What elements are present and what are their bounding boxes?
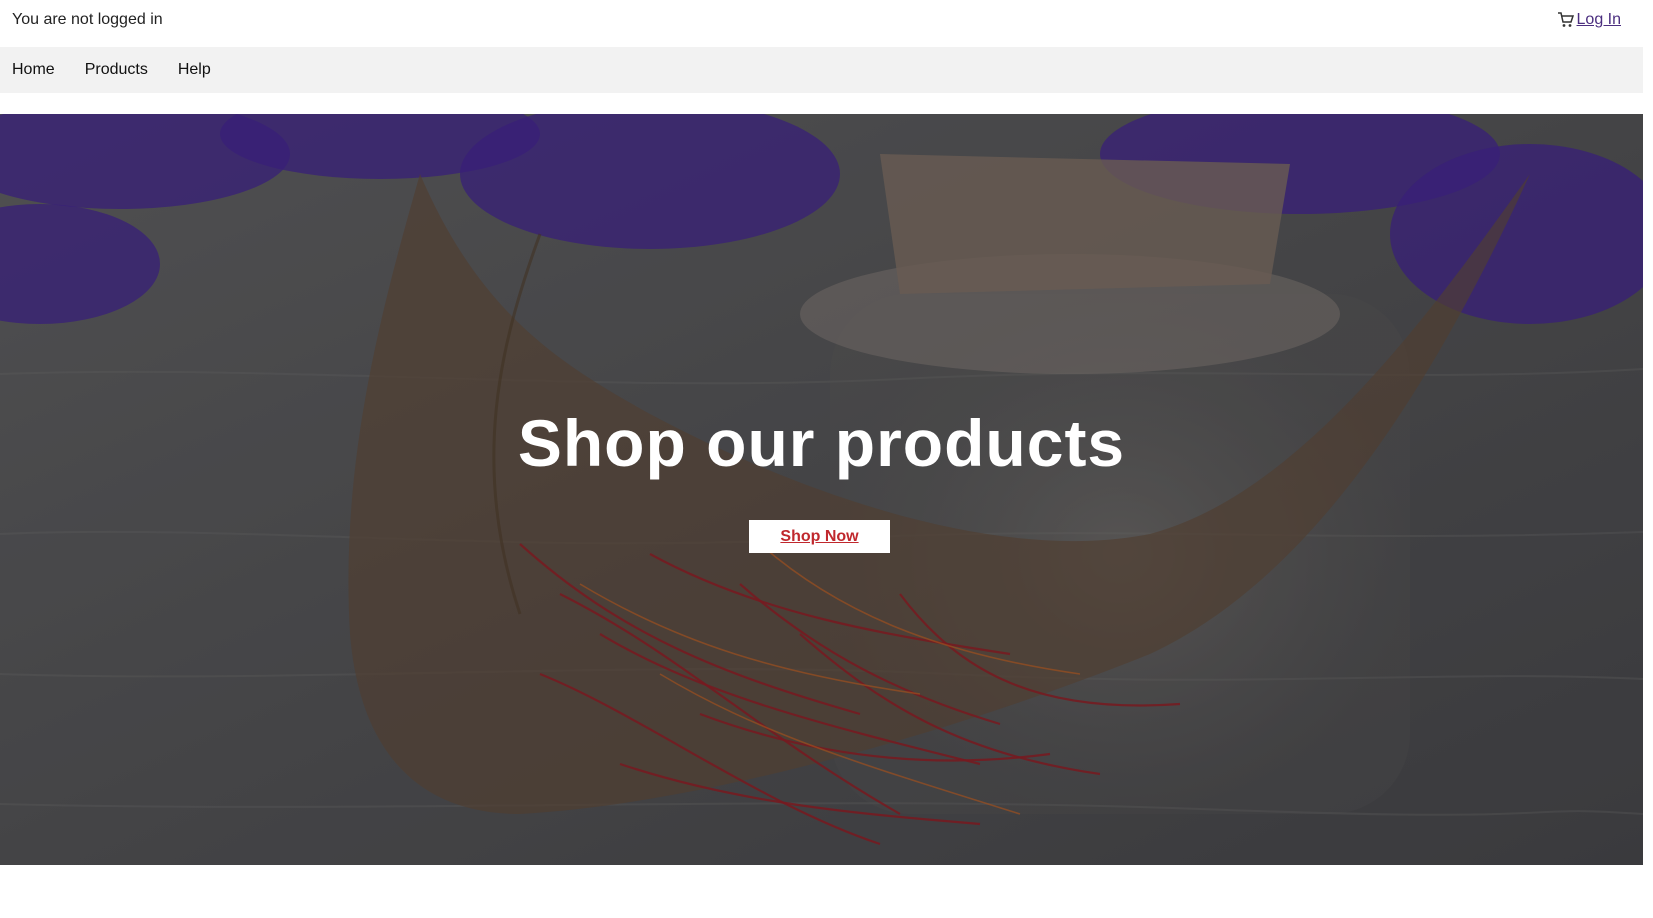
login-area: Log In: [1557, 11, 1621, 29]
login-link[interactable]: Log In: [1577, 11, 1621, 29]
shop-now-label: Shop Now: [780, 527, 859, 545]
cart-icon[interactable]: [1557, 11, 1575, 29]
top-bar: You are not logged in Log In: [0, 0, 1643, 47]
hero-title: Shop our products: [517, 406, 1126, 480]
page-scrollbar[interactable]: [1643, 0, 1653, 918]
shop-now-button[interactable]: Shop Now: [749, 520, 890, 553]
nav-item-home[interactable]: Home: [0, 61, 71, 79]
login-status-text: You are not logged in: [12, 11, 163, 28]
nav-item-products[interactable]: Products: [73, 61, 164, 79]
hero-banner: Shop our products Shop Now: [0, 114, 1643, 865]
main-navigation: Home Products Help: [0, 47, 1643, 93]
nav-item-help[interactable]: Help: [166, 61, 227, 79]
hero-background-image: [0, 114, 1643, 865]
